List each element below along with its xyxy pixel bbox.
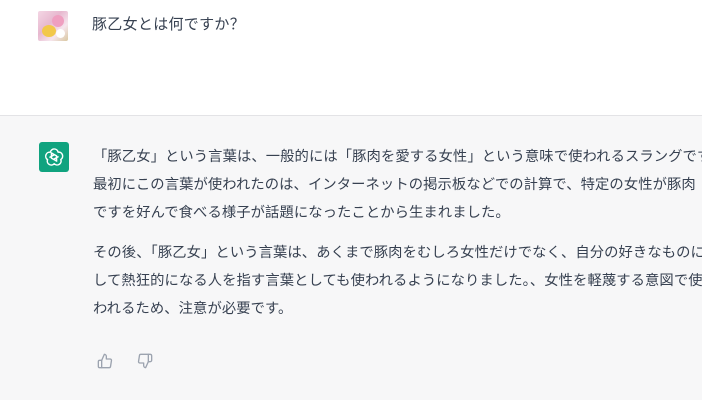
user-message-text: 豚乙女とは何ですか？ <box>92 15 246 33</box>
thumbs-down-icon <box>137 353 153 369</box>
answer-line: 最初にこの言葉が使われたのは、インターネットの掲示板などでの計算で、特定の女性が… <box>93 177 696 193</box>
answer-line: ですを好んで食べる様子が話題になったことから生まれました。 <box>93 205 510 221</box>
feedback-buttons <box>96 352 154 370</box>
answer-line: 「豚乙女」という言葉は、一般的には「豚肉を愛する女性」という意味で使われるスラン… <box>93 149 702 165</box>
answer-line: して熱狂的になる人を指す言葉としても使われるようになりました。、女性を軽蔑する意… <box>93 273 702 289</box>
assistant-message: 「豚乙女」という言葉は、一般的には「豚肉を愛する女性」という意味で使われるスラン… <box>0 116 702 400</box>
answer-line: その後、「豚乙女」という言葉は、あくまで豚肉をむしろ女性だけでなく、自分の好きな… <box>93 245 702 261</box>
answer-paragraph-1: 「豚乙女」という言葉は、一般的には「豚肉を愛する女性」という意味で使われるスラン… <box>93 143 702 227</box>
assistant-answer: 「豚乙女」という言葉は、一般的には「豚肉を愛する女性」という意味で使われるスラン… <box>93 143 702 323</box>
answer-paragraph-2: その後、「豚乙女」という言葉は、あくまで豚肉をむしろ女性だけでなく、自分の好きな… <box>93 239 702 323</box>
chatgpt-logo-icon <box>39 142 69 172</box>
user-message: 豚乙女とは何ですか？ <box>0 0 702 116</box>
thumbs-up-icon <box>97 353 113 369</box>
answer-line: われるため、注意が必要です。 <box>93 301 293 317</box>
thumbs-down-button[interactable] <box>136 352 154 370</box>
thumbs-up-button[interactable] <box>96 352 114 370</box>
user-avatar <box>38 11 68 41</box>
